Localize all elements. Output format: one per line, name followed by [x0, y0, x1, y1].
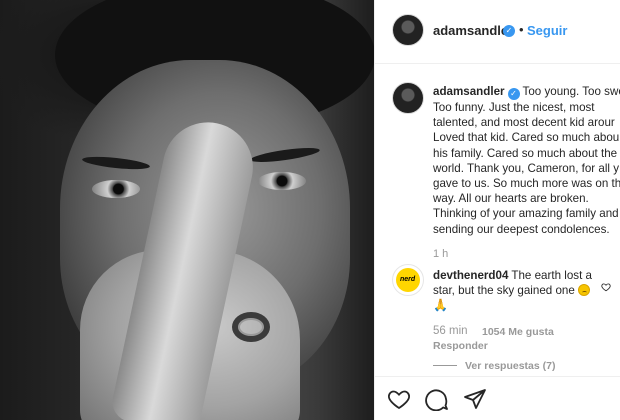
post-caption: adamsandler ✓ Too young. Too swe Too funny… [433, 84, 620, 237]
author-avatar[interactable] [392, 14, 424, 46]
caption-line: his family. Cared so much about the [433, 146, 618, 160]
caption-line: Loved that kid. Cared so much abou [433, 131, 620, 145]
caption-timestamp[interactable]: 1 h [433, 248, 448, 260]
comment-text-line1: The earth lost a [511, 269, 592, 282]
post-side-panel: adamsandler ✓ • Seguir adamsandler ✓ Too y… [374, 0, 620, 420]
heart-icon[interactable] [387, 387, 411, 411]
verified-badge-icon: ✓ [503, 25, 515, 37]
commenter-avatar-image: nerd [396, 268, 420, 292]
caption-username[interactable]: adamsandler [433, 85, 505, 98]
post-header: adamsandler ✓ • Seguir [375, 0, 620, 64]
comment-body: devthenerd04 The earth lost a star, but … [433, 268, 618, 314]
commenter-username[interactable]: devthenerd04 [433, 269, 508, 282]
caption-author-avatar[interactable] [392, 82, 424, 114]
commenter-avatar[interactable]: nerd [392, 264, 424, 296]
caption-line: gave to us. So much more was on th [433, 177, 620, 191]
author-username[interactable]: adamsandler [433, 23, 513, 38]
share-icon[interactable] [463, 387, 487, 411]
header-separator: • [519, 22, 524, 37]
caption-line: Thinking of your amazing family and [433, 207, 619, 221]
verified-badge-icon: ✓ [507, 88, 520, 100]
caption-line: adamsandler ✓ Too young. Too swe [433, 84, 620, 100]
comment-timestamp[interactable]: 56 min [433, 325, 468, 337]
comment-likes-count[interactable]: 1054 Me gusta [482, 326, 554, 338]
reply-button[interactable]: Responder [433, 340, 488, 352]
comment-like-heart-icon[interactable] [601, 282, 611, 292]
view-replies-label[interactable]: Ver respuestas (7) [465, 360, 555, 372]
photo-ring [232, 312, 270, 342]
caption-line: sending our deepest condolences. [433, 222, 610, 236]
follow-button[interactable]: Seguir [527, 23, 567, 38]
caption-line: talented, and most decent kid arour [433, 116, 615, 130]
comment-icon[interactable] [425, 387, 449, 411]
photo-right-eye [258, 172, 306, 190]
comment-text-line2: star, but the sky gained one [433, 284, 575, 298]
view-replies-divider [433, 365, 457, 366]
commenter-avatar-text: nerd [400, 276, 416, 283]
caption-line: Too funny. Just the nicest, most [433, 101, 595, 114]
post-photo[interactable] [0, 0, 374, 420]
caption-line-text: Too young. Too swe [522, 85, 620, 98]
caption-line: world. Thank you, Cameron, for all y [433, 161, 620, 175]
photo-left-eye [92, 180, 140, 198]
caption-line: way. All our hearts are broken. [433, 192, 589, 206]
sad-face-emoji-icon [578, 284, 591, 297]
post-actions-bar [375, 376, 620, 420]
view-replies-button[interactable]: Ver respuestas (7) [433, 360, 555, 372]
praying-hands-emoji-icon: 🙏 [433, 298, 448, 313]
